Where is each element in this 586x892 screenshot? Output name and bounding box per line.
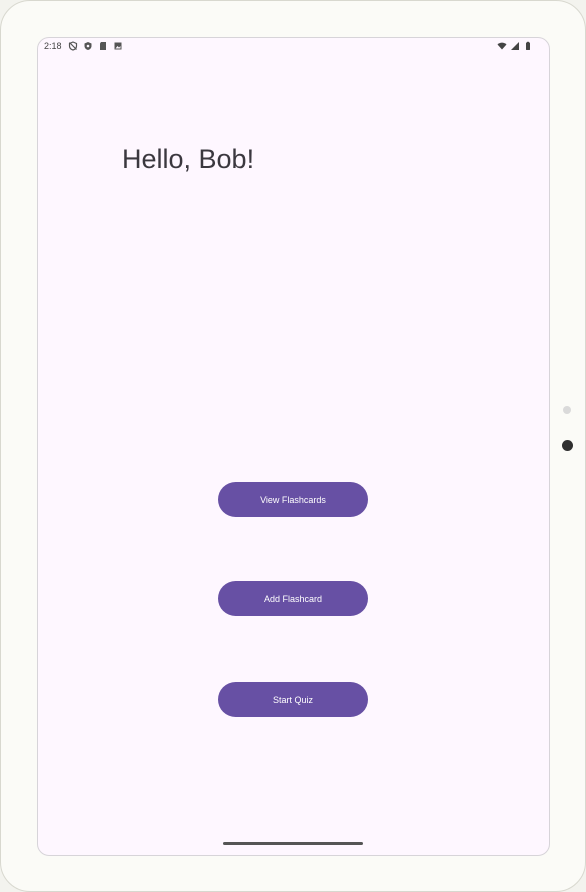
photo-icon [113, 41, 123, 51]
sensor-dot [563, 406, 571, 414]
app-screen: 2:18 Hello, Bob! View Flashcards Add Fla… [37, 37, 550, 856]
shield-icon [83, 41, 93, 51]
status-icons-left [68, 41, 123, 51]
add-flashcard-button[interactable]: Add Flashcard [218, 581, 368, 616]
start-quiz-button[interactable]: Start Quiz [218, 682, 368, 717]
wifi-icon [497, 41, 507, 51]
view-flashcards-button[interactable]: View Flashcards [218, 482, 368, 517]
shield-off-icon [68, 41, 78, 51]
status-time: 2:18 [44, 41, 62, 51]
status-icons-right [497, 41, 533, 51]
greeting-title: Hello, Bob! [122, 144, 255, 174]
signal-icon [510, 41, 520, 51]
camera-dot [562, 440, 573, 451]
battery-icon [523, 41, 533, 51]
status-bar: 2:18 [38, 38, 549, 56]
sd-card-icon [98, 41, 108, 51]
gesture-nav-handle[interactable] [223, 842, 363, 845]
